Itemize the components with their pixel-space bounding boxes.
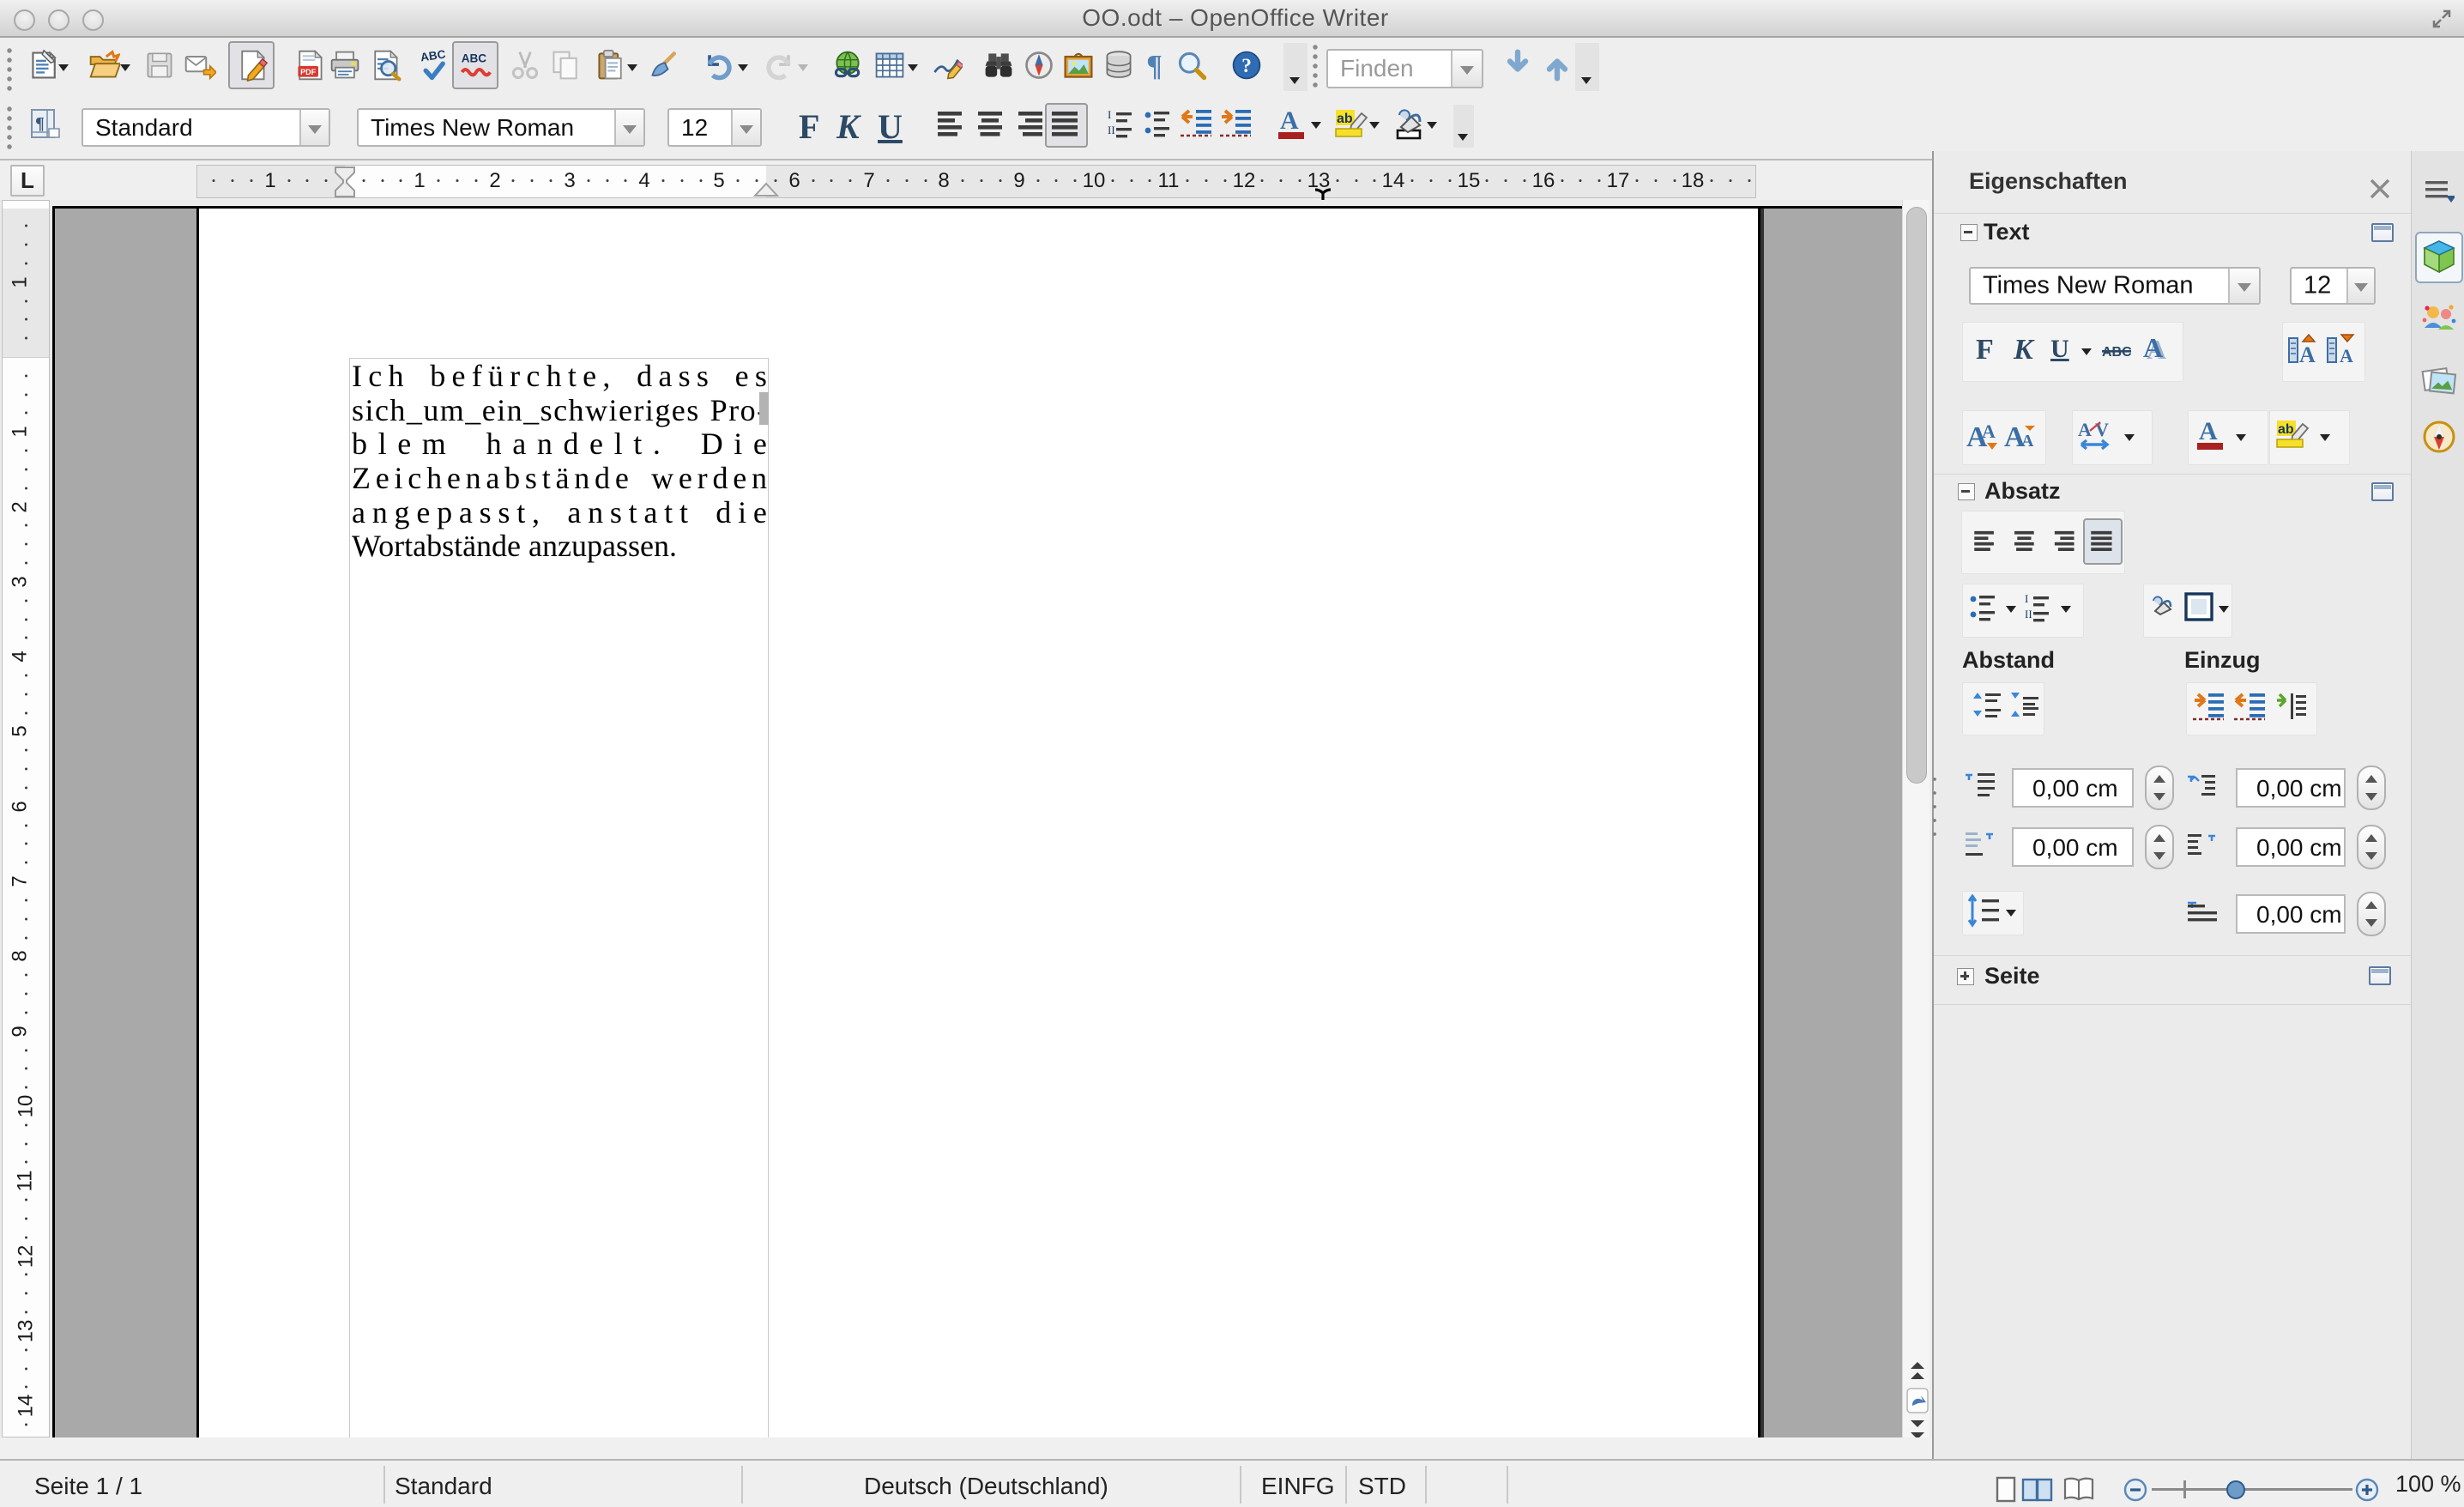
- svg-text:¶: ¶: [35, 114, 45, 133]
- svg-text:I: I: [2025, 592, 2028, 605]
- svg-text:ab: ab: [2278, 422, 2294, 437]
- svg-text:A: A: [2199, 417, 2218, 445]
- svg-text:II: II: [1108, 124, 1115, 136]
- svg-text:A: A: [2143, 333, 2163, 363]
- svg-text:PDF: PDF: [300, 68, 317, 76]
- svg-text:U: U: [2050, 335, 2069, 363]
- svg-text:ab: ab: [1337, 112, 1353, 126]
- svg-text:A: A: [1982, 421, 1996, 442]
- svg-text:I: I: [1108, 108, 1111, 121]
- svg-text:II: II: [2025, 608, 2032, 620]
- svg-text:A: A: [1280, 106, 1299, 135]
- svg-text:¶: ¶: [1146, 50, 1163, 82]
- svg-text:ABC: ABC: [462, 51, 487, 64]
- svg-text:A: A: [2299, 342, 2316, 367]
- svg-text:V: V: [2095, 419, 2109, 440]
- svg-text:A: A: [2340, 345, 2353, 366]
- svg-text:A: A: [2021, 432, 2034, 451]
- svg-text:A: A: [2078, 419, 2092, 440]
- svg-text:F: F: [1976, 334, 1994, 366]
- svg-text:?: ?: [1241, 55, 1252, 77]
- svg-text:K: K: [2013, 334, 2035, 366]
